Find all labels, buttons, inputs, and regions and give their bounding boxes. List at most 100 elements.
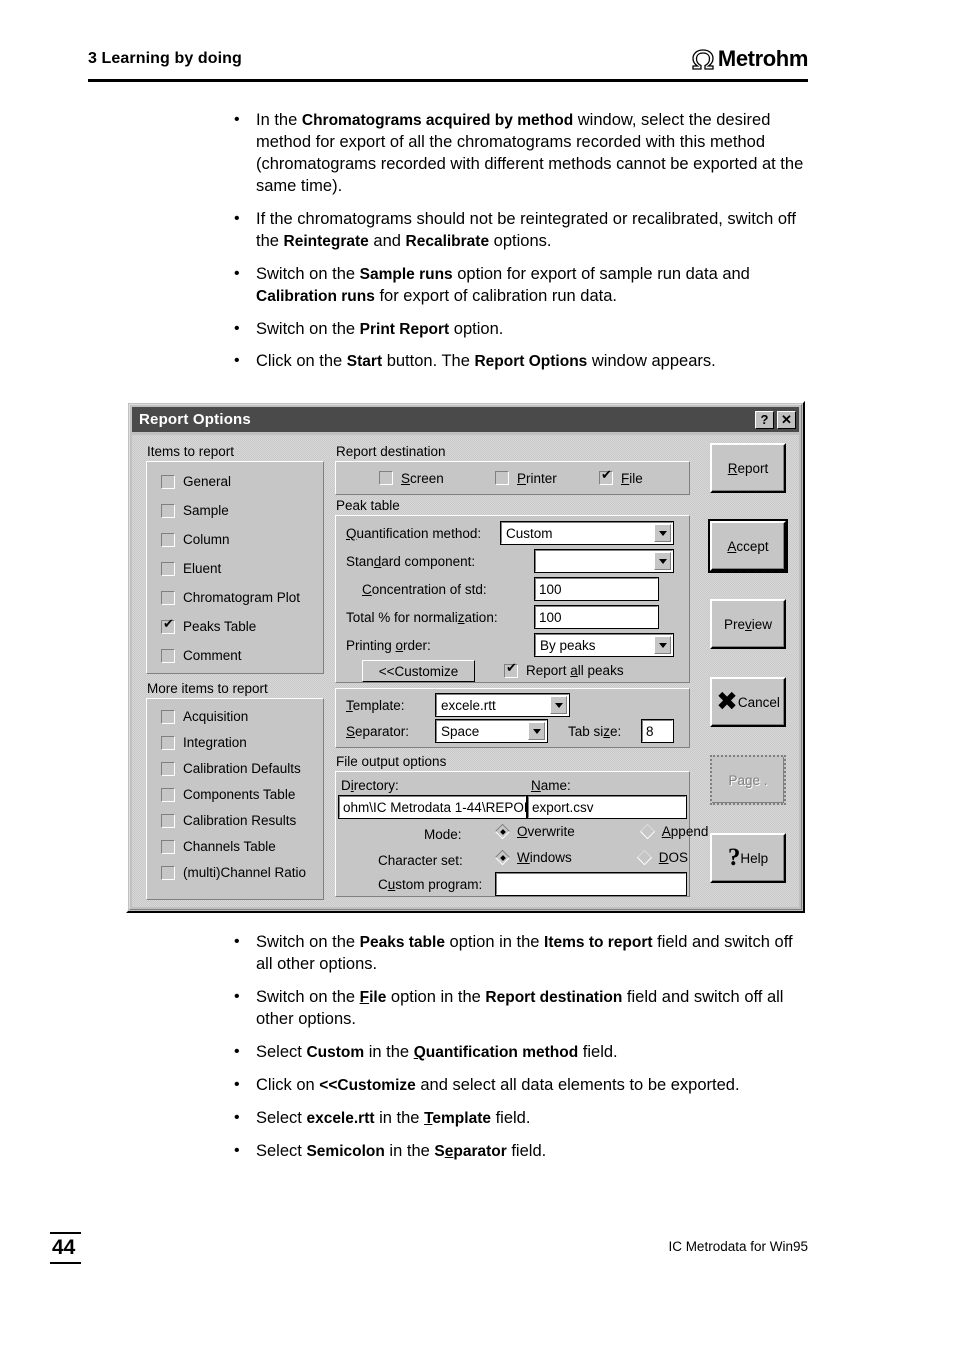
report-destination-option[interactable]: Screen	[379, 471, 444, 486]
chevron-down-icon[interactable]	[550, 696, 567, 714]
charset-label: Character set:	[378, 853, 463, 868]
standard-component-combo[interactable]	[534, 549, 674, 573]
instruction-bullet: Click on <<Customize and select all data…	[228, 1074, 810, 1097]
checkbox-icon[interactable]	[161, 865, 175, 880]
items-to-report-legend: Items to report	[147, 444, 235, 459]
report-destination-option[interactable]: File	[599, 468, 643, 486]
checkbox-icon[interactable]	[161, 735, 175, 750]
radio-option[interactable]: Overwrite	[494, 823, 575, 839]
checkbox-row[interactable]: Channels Table	[161, 839, 323, 854]
more-items-to-report-frame: Acquisition Integration Calibration Defaul…	[146, 698, 324, 900]
template-separator-panel: Template: excele.rtt Separator: Space Ta…	[335, 688, 690, 748]
checkbox-icon[interactable]	[161, 590, 175, 605]
checkbox-label: Chromatogram Plot	[183, 590, 301, 605]
checkbox-icon[interactable]	[161, 761, 175, 776]
page-button: Page .	[710, 755, 786, 805]
checkbox-icon[interactable]	[161, 839, 175, 854]
template-label: Template:	[346, 698, 405, 713]
chevron-down-icon[interactable]	[654, 524, 671, 542]
radio-icon[interactable]	[636, 849, 653, 865]
template-combo[interactable]: excele.rtt	[435, 693, 570, 717]
checkbox-icon[interactable]	[495, 471, 509, 485]
checkbox-label: Comment	[183, 648, 242, 663]
close-icon[interactable]: ✕	[777, 410, 796, 429]
checkbox-row[interactable]: Calibration Results	[161, 813, 323, 828]
radio-label: Overwrite	[517, 824, 575, 839]
checkbox-label: (multi)Channel Ratio	[183, 865, 307, 880]
checkbox-icon[interactable]	[161, 787, 175, 802]
checkbox-icon[interactable]	[161, 617, 175, 634]
instruction-bullet: Switch on the Peaks table option in the …	[228, 931, 810, 976]
radio-icon[interactable]	[494, 823, 511, 839]
dialog-titlebar[interactable]: Report Options ? ✕	[132, 407, 799, 432]
more-items-to-report-legend: More items to report	[147, 681, 268, 696]
mode-radio-group: Overwrite Append	[494, 823, 709, 839]
report-destination-legend: Report destination	[336, 444, 446, 459]
button-label: Page .	[728, 772, 768, 788]
radio-option[interactable]: Append	[639, 823, 709, 839]
checkbox-icon[interactable]	[161, 503, 175, 518]
ccept-button[interactable]: Accept	[710, 521, 786, 571]
checkbox-icon[interactable]	[504, 661, 518, 678]
checkbox-icon[interactable]	[161, 709, 175, 724]
checkbox-icon[interactable]	[379, 471, 393, 485]
iew-button[interactable]: Preview	[710, 599, 786, 649]
checkbox-row[interactable]: Eluent	[161, 561, 323, 576]
radio-icon[interactable]	[639, 823, 656, 839]
report-destination-label: File	[621, 470, 643, 486]
custom-program-input[interactable]	[495, 872, 687, 896]
instruction-bullet: In the Chromatograms acquired by method …	[228, 109, 810, 198]
checkbox-icon[interactable]	[161, 532, 175, 547]
checkbox-label: Column	[183, 532, 230, 547]
instruction-list-top: In the Chromatograms acquired by method …	[228, 109, 810, 384]
button-label: Preview	[723, 616, 773, 632]
checkbox-row[interactable]: Integration	[161, 735, 323, 750]
name-value: export.csv	[532, 799, 594, 815]
separator-combo[interactable]: Space	[435, 719, 548, 743]
checkbox-icon[interactable]	[161, 648, 175, 663]
checkbox-row[interactable]: Acquisition	[161, 709, 323, 724]
cancel-button[interactable]: ✖ Cancel	[710, 677, 786, 727]
checkbox-label: Calibration Results	[183, 813, 297, 828]
help-button[interactable]: ? Help	[710, 833, 786, 883]
printing-order-combo[interactable]: By peaks	[534, 633, 674, 657]
checkbox-label: General	[183, 474, 232, 489]
checkbox-label: Calibration Defaults	[183, 761, 301, 776]
radio-option[interactable]: Windows	[494, 849, 572, 865]
checkbox-row[interactable]: (multi)Channel Ratio	[161, 865, 323, 880]
chevron-down-icon[interactable]	[654, 552, 671, 570]
checkbox-icon[interactable]	[161, 561, 175, 576]
tab-size-input[interactable]: 8	[641, 719, 674, 743]
chevron-down-icon[interactable]	[654, 636, 671, 654]
checkbox-row[interactable]: Calibration Defaults	[161, 761, 323, 776]
report-all-peaks-checkbox[interactable]: Report all peaks	[504, 661, 624, 678]
concentration-of-std-value: 100	[539, 581, 562, 597]
report-destination-option[interactable]: Printer	[495, 471, 557, 486]
checkbox-row[interactable]: Peaks Table	[161, 617, 323, 634]
customize-button[interactable]: <<Customize	[362, 660, 475, 682]
checkbox-row[interactable]: Comment	[161, 648, 323, 663]
normalization-input[interactable]: 100	[534, 605, 659, 629]
titlebar-buttons: ? ✕	[755, 410, 796, 429]
checkbox-icon[interactable]	[599, 468, 613, 485]
chevron-down-icon[interactable]	[528, 722, 545, 740]
checkbox-icon[interactable]	[161, 813, 175, 828]
checkbox-row[interactable]: Sample	[161, 503, 323, 518]
name-input[interactable]: export.csv	[527, 795, 687, 819]
concentration-of-std-input[interactable]: 100	[534, 577, 659, 601]
template-value: excele.rtt	[441, 697, 496, 713]
checkbox-icon[interactable]	[161, 474, 175, 489]
checkbox-row[interactable]: Column	[161, 532, 323, 547]
checkbox-row[interactable]: Components Table	[161, 787, 323, 802]
eport-button[interactable]: Report	[710, 443, 786, 493]
radio-label: Append	[661, 824, 709, 839]
help-titlebar-icon[interactable]: ?	[755, 410, 774, 429]
directory-input[interactable]: ohm\IC Metrodata 1-44\REPORTS\	[338, 795, 554, 819]
radio-option[interactable]: DOS	[636, 849, 688, 865]
checkbox-row[interactable]: Chromatogram Plot	[161, 590, 323, 605]
quantification-method-combo[interactable]: Custom	[500, 521, 674, 545]
cross-icon: ✖	[716, 686, 738, 717]
checkbox-row[interactable]: General	[161, 474, 323, 489]
instruction-bullet: Switch on the Sample runs option for exp…	[228, 263, 810, 308]
radio-icon[interactable]	[494, 849, 511, 865]
